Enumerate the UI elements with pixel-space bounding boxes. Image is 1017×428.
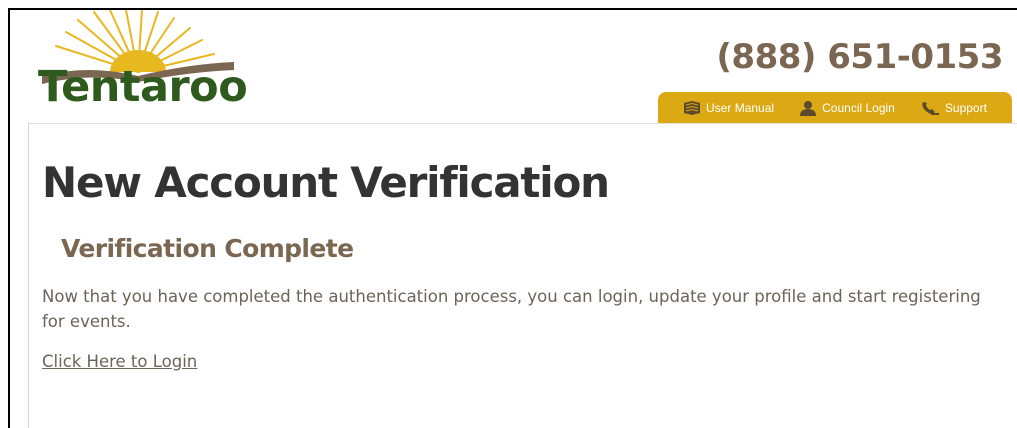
logo-text[interactable]: Tentaroo	[38, 66, 248, 109]
nav-user-manual[interactable]: User Manual	[683, 100, 774, 116]
top-nav: User Manual Council Login Support	[658, 92, 1012, 124]
verification-message: Now that you have completed the authenti…	[42, 287, 981, 331]
nav-council-login[interactable]: Council Login	[799, 100, 895, 116]
login-link[interactable]: Click Here to Login	[42, 352, 197, 371]
section-subtitle: Verification Complete	[61, 234, 354, 263]
user-icon	[800, 101, 817, 116]
book-icon	[684, 101, 701, 115]
phone-number: (888) 651-0153	[716, 37, 1003, 77]
nav-label: User Manual	[706, 101, 775, 115]
nav-label: Support	[944, 101, 987, 115]
nav-label: Council Login	[822, 101, 895, 115]
phone-icon	[922, 102, 939, 115]
nav-support[interactable]: Support	[920, 100, 987, 116]
page-title: New Account Verification	[42, 158, 610, 207]
